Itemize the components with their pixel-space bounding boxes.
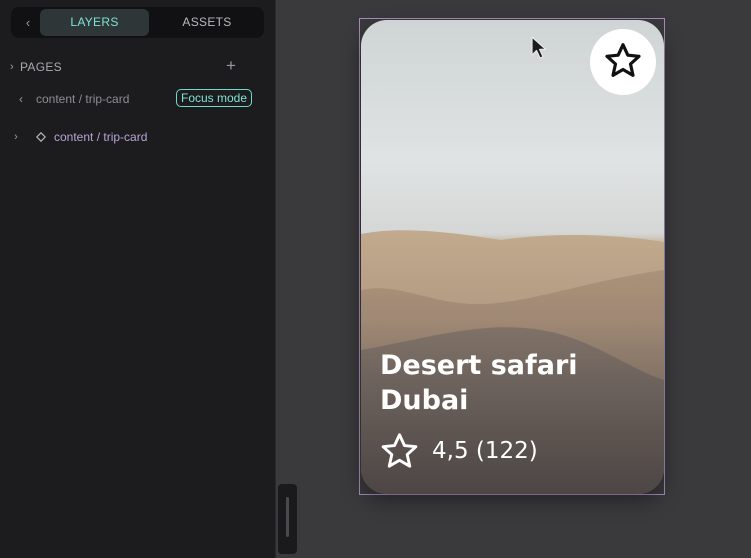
tab-layers[interactable]: LAYERS bbox=[40, 9, 149, 36]
component-diamond-icon bbox=[36, 132, 46, 142]
collapse-sidebar-button[interactable]: ‹ bbox=[15, 11, 41, 34]
card-title: Desert safari Dubai bbox=[380, 348, 640, 418]
canvas-scrollbar-handle[interactable] bbox=[278, 484, 297, 554]
focus-mode-bar: ‹ content / trip-card Focus mode bbox=[14, 89, 258, 109]
add-page-button[interactable]: + bbox=[222, 56, 240, 76]
layer-name: content / trip-card bbox=[54, 130, 148, 144]
expand-layer-icon[interactable]: › bbox=[10, 127, 22, 147]
sidebar-tab-bar: ‹ LAYERS ASSETS bbox=[11, 7, 264, 38]
pages-section-header[interactable]: › PAGES + bbox=[10, 56, 240, 76]
pages-label: PAGES bbox=[20, 60, 62, 74]
rating-text: 4,5 (122) bbox=[432, 438, 538, 464]
layer-item[interactable]: › content / trip-card bbox=[10, 127, 260, 147]
trip-card[interactable]: Desert safari Dubai 4,5 (122) bbox=[361, 20, 664, 494]
favorite-button[interactable] bbox=[590, 29, 656, 95]
tab-assets[interactable]: ASSETS bbox=[152, 9, 262, 36]
mouse-cursor-icon bbox=[531, 36, 547, 59]
exit-focus-button[interactable]: ‹ bbox=[14, 89, 28, 109]
star-outline-icon bbox=[605, 43, 641, 77]
scrollbar-grip bbox=[286, 497, 289, 537]
focus-mode-badge: Focus mode bbox=[176, 89, 253, 107]
layers-sidebar: ‹ LAYERS ASSETS › PAGES + ‹ content / tr… bbox=[0, 0, 276, 558]
rating-star-icon bbox=[381, 433, 418, 468]
focus-path: content / trip-card bbox=[36, 92, 130, 106]
chevron-left-icon: ‹ bbox=[25, 15, 31, 30]
chevron-right-icon: › bbox=[10, 61, 14, 73]
card-title-line2: Dubai bbox=[380, 385, 469, 416]
card-title-line1: Desert safari bbox=[380, 350, 578, 381]
